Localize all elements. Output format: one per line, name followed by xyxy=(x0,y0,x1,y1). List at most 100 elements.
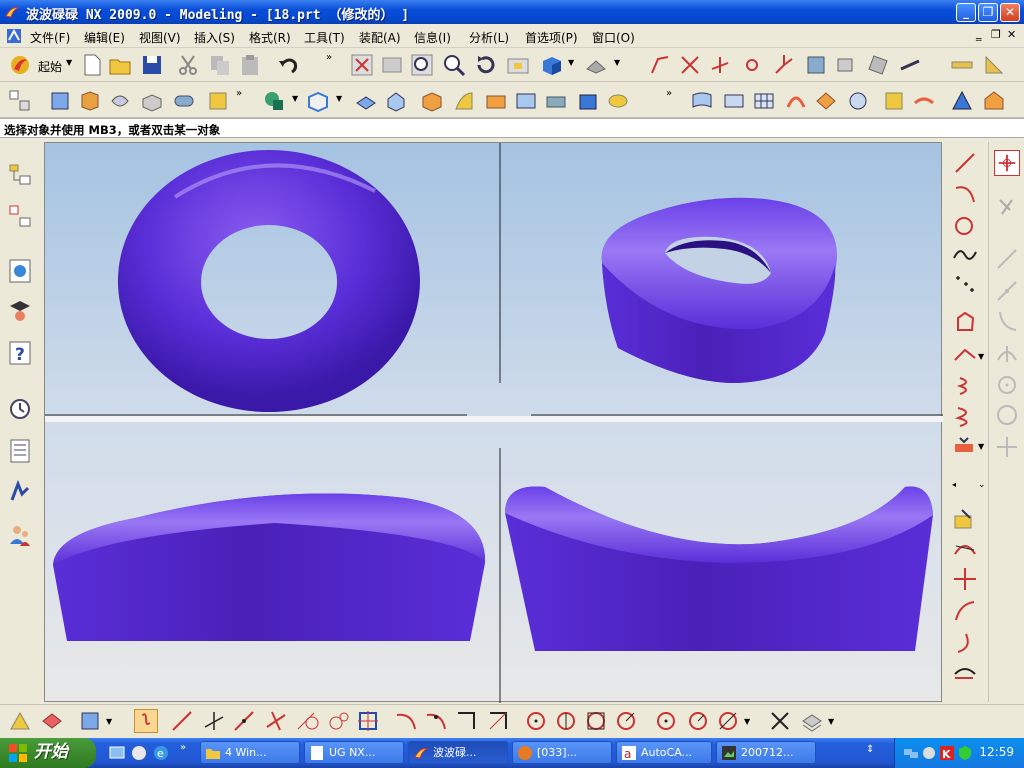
simplify-curve-icon[interactable] xyxy=(952,566,978,592)
face-blend-icon[interactable] xyxy=(950,89,974,113)
snap-curve-icon[interactable] xyxy=(326,709,350,733)
roles-icon[interactable] xyxy=(8,522,32,548)
maximize-button[interactable]: ❐ xyxy=(978,3,998,22)
snap-bounded-icon[interactable] xyxy=(454,709,478,733)
quicklaunch-media-icon[interactable] xyxy=(130,744,148,762)
body-select-icon[interactable] xyxy=(78,709,102,733)
quicklaunch-ie-icon[interactable]: e xyxy=(152,744,170,762)
part-navigator-tab-icon[interactable] xyxy=(8,204,32,230)
ruled-surface-icon[interactable] xyxy=(722,89,746,113)
wave-link-icon[interactable] xyxy=(898,53,922,77)
snap-point-on-circle-icon[interactable] xyxy=(654,709,678,733)
text-curve-icon[interactable] xyxy=(952,434,978,460)
selection-filter-icon[interactable] xyxy=(8,709,32,733)
datum-axis-icon[interactable] xyxy=(708,53,732,77)
hole-icon[interactable] xyxy=(140,89,164,113)
arc-greyed-icon[interactable] xyxy=(994,340,1020,366)
snap-intersection-icon[interactable] xyxy=(264,709,288,733)
reset-snap-icon[interactable] xyxy=(768,709,792,733)
chamfer-icon[interactable] xyxy=(384,89,408,113)
antivirus-tray-icon[interactable]: K xyxy=(939,745,955,761)
menu-file[interactable]: 文件(F) xyxy=(30,29,70,46)
chain-select-icon[interactable] xyxy=(134,709,158,733)
line-greyed-icon[interactable] xyxy=(994,246,1020,272)
start-button[interactable]: 开始 xyxy=(0,738,96,768)
circle-greyed-icon[interactable] xyxy=(994,372,1020,398)
menu-preferences[interactable]: 首选项(P) xyxy=(525,29,578,46)
trimmed-sheet-icon[interactable] xyxy=(982,89,1006,113)
combined-projection-icon[interactable] xyxy=(952,660,978,686)
snap-endpoint-icon[interactable] xyxy=(170,709,194,733)
assembly-navigator-icon[interactable] xyxy=(8,162,32,188)
point-set-icon[interactable] xyxy=(952,272,978,298)
snap-polar-icon[interactable] xyxy=(686,709,710,733)
help-icon[interactable]: ? xyxy=(8,340,32,366)
through-curves-icon[interactable] xyxy=(690,89,714,113)
split-body-icon[interactable] xyxy=(514,89,538,113)
cylinder-icon[interactable] xyxy=(172,89,196,113)
curve-dropdown-icon[interactable]: ▼ xyxy=(978,352,984,361)
doc-minimize-icon[interactable]: ‗ xyxy=(976,28,982,41)
helix-icon[interactable] xyxy=(952,374,978,400)
move-icon[interactable] xyxy=(834,53,858,77)
snap-tangent-icon[interactable] xyxy=(296,709,320,733)
task-explorer[interactable]: 4 Win... xyxy=(200,741,300,764)
rotate-icon[interactable] xyxy=(474,53,498,77)
snap-center-icon[interactable] xyxy=(524,709,548,733)
web-browser-icon[interactable] xyxy=(8,258,32,284)
transform-icon[interactable] xyxy=(866,53,890,77)
shield-tray-icon[interactable] xyxy=(957,745,973,761)
new-file-icon[interactable] xyxy=(80,53,104,77)
process-studio-icon[interactable] xyxy=(8,480,32,506)
unite-icon[interactable] xyxy=(262,89,286,113)
snap-settings-icon[interactable] xyxy=(994,194,1020,220)
box-icon[interactable] xyxy=(306,89,330,113)
task-image-viewer[interactable]: 200712... xyxy=(716,741,816,764)
zoom-window-icon[interactable] xyxy=(380,53,404,77)
law-curve-icon[interactable] xyxy=(952,404,978,430)
quicklaunch-overflow-icon[interactable]: » xyxy=(180,742,186,753)
measure-angle-icon[interactable] xyxy=(982,53,1006,77)
offset-curve-icon[interactable] xyxy=(952,506,978,532)
point-tool-icon[interactable] xyxy=(648,53,672,77)
open-folder-icon[interactable] xyxy=(108,53,132,77)
zoom-icon[interactable] xyxy=(410,53,434,77)
polygon-icon[interactable] xyxy=(952,310,978,336)
revolve-icon[interactable] xyxy=(108,89,132,113)
snap-icon[interactable] xyxy=(804,53,828,77)
snap-arc-icon[interactable] xyxy=(394,709,418,733)
n-sided-surface-icon[interactable] xyxy=(846,89,870,113)
datum-csys-icon[interactable] xyxy=(772,53,796,77)
join-curve-icon[interactable] xyxy=(952,598,978,624)
doc-close-icon[interactable]: ✕ xyxy=(1007,28,1016,41)
shaded-view-icon[interactable] xyxy=(540,53,564,77)
arc-icon[interactable] xyxy=(952,180,978,206)
curve-greyed-icon[interactable] xyxy=(994,308,1020,334)
undo-icon[interactable] xyxy=(276,53,300,77)
cut-icon[interactable] xyxy=(176,53,200,77)
feature-overflow-icon[interactable]: » xyxy=(236,88,242,99)
sew-icon[interactable] xyxy=(606,89,630,113)
toolbar-overflow-icon[interactable]: » xyxy=(326,52,332,63)
doc-restore-icon[interactable]: ❐ xyxy=(991,28,1001,41)
shell-icon[interactable] xyxy=(420,89,444,113)
expand-more-icon[interactable]: ⌄ xyxy=(978,480,986,490)
snap-axis-icon[interactable] xyxy=(202,709,226,733)
constraint-icon[interactable] xyxy=(678,53,702,77)
menu-insert[interactable]: 插入(S) xyxy=(194,29,235,46)
extension-icon[interactable] xyxy=(882,89,906,113)
training-icon[interactable] xyxy=(8,298,32,324)
snap-angle-icon[interactable] xyxy=(716,709,740,733)
offset-surface-icon[interactable] xyxy=(912,89,936,113)
snap-point-icon[interactable] xyxy=(994,150,1020,176)
history-icon[interactable] xyxy=(8,396,32,422)
text-dropdown-icon[interactable]: ▼ xyxy=(978,442,984,451)
swept-icon[interactable] xyxy=(784,89,808,113)
task-autocad[interactable]: a AutoCA... xyxy=(616,741,712,764)
graphics-window[interactable] xyxy=(44,142,943,703)
edge-blend-icon[interactable] xyxy=(354,89,378,113)
snap-midpoint-icon[interactable] xyxy=(232,709,256,733)
layer-dropdown-icon[interactable]: ▼ xyxy=(828,717,834,726)
task-firefox[interactable]: [033]... xyxy=(512,741,612,764)
datum-point-icon[interactable] xyxy=(740,53,764,77)
